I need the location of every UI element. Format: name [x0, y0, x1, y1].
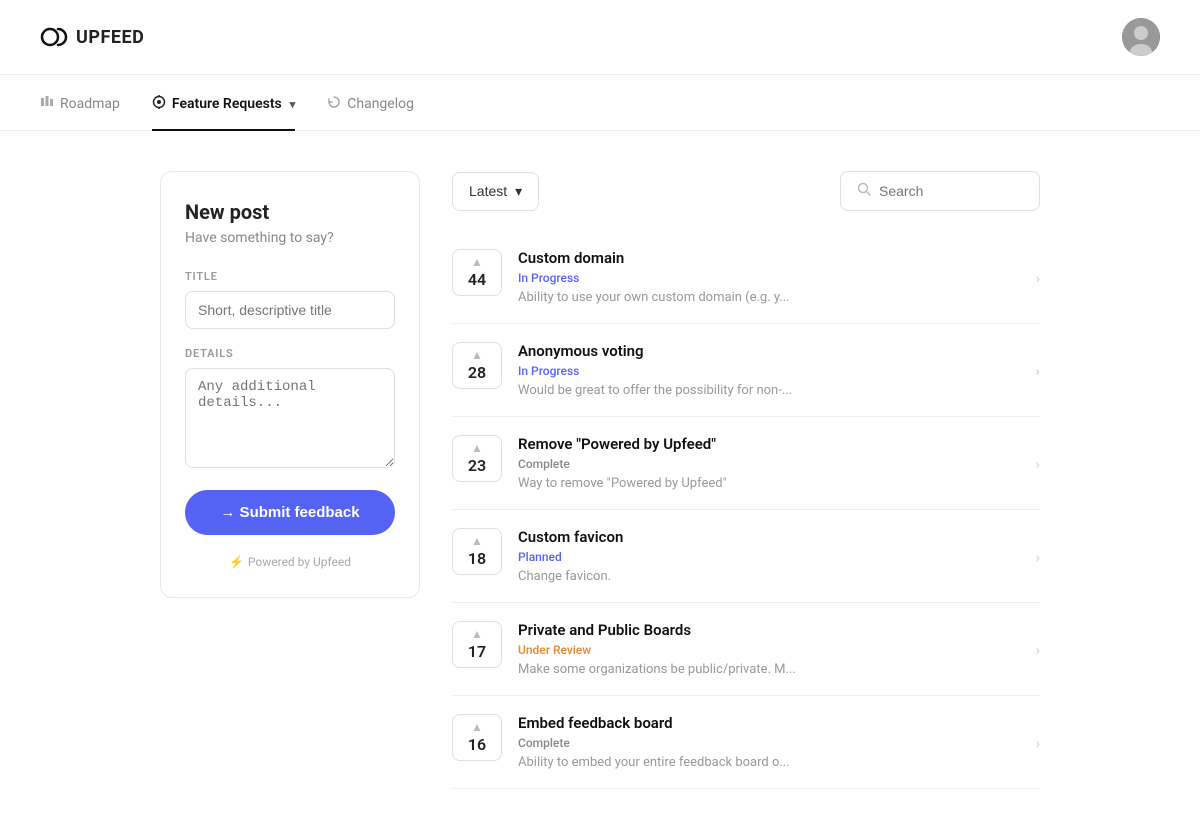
logo[interactable]: UPFEED: [40, 27, 144, 48]
feed-item-status: Complete: [518, 736, 1020, 750]
feed-item-description: Make some organizations be public/privat…: [518, 662, 1020, 677]
vote-arrow-icon: ▲: [471, 628, 483, 640]
feed-item-chevron-icon: ›: [1036, 457, 1040, 473]
feed-item-description: Ability to use your own custom domain (e…: [518, 290, 1020, 305]
submit-feedback-label: → Submit feedback: [220, 504, 359, 521]
nav-roadmap[interactable]: Roadmap: [40, 79, 120, 131]
sort-label: Latest: [469, 183, 507, 199]
new-post-subtitle: Have something to say?: [185, 230, 395, 246]
feed-item-content: Remove "Powered by Upfeed" Complete Way …: [518, 435, 1020, 491]
feed-item[interactable]: ▲ 28 Anonymous voting In Progress Would …: [452, 324, 1040, 417]
vote-count: 17: [468, 642, 486, 661]
feed-item[interactable]: ▲ 18 Custom favicon Planned Change favic…: [452, 510, 1040, 603]
feed-item-status: Planned: [518, 550, 1020, 564]
vote-count: 18: [468, 549, 486, 568]
feed-item-chevron-icon: ›: [1036, 550, 1040, 566]
vote-box[interactable]: ▲ 44: [452, 249, 502, 296]
feature-requests-icon: [152, 95, 166, 113]
search-icon: [857, 182, 871, 200]
feed-item-description: Ability to embed your entire feedback bo…: [518, 755, 1020, 770]
feed-item-description: Would be great to offer the possibility …: [518, 383, 1020, 398]
sort-button[interactable]: Latest ▾: [452, 172, 539, 211]
feed-item-status: In Progress: [518, 364, 1020, 378]
chevron-down-icon: ▾: [290, 98, 296, 111]
feed-item-title: Remove "Powered by Upfeed": [518, 435, 1020, 453]
feed-item-title: Custom favicon: [518, 528, 1020, 546]
changelog-icon: [327, 95, 341, 113]
vote-arrow-icon: ▲: [471, 256, 483, 268]
feed-item-title: Private and Public Boards: [518, 621, 1020, 639]
details-textarea[interactable]: [185, 368, 395, 468]
vote-count: 16: [468, 735, 486, 754]
header: UPFEED: [0, 0, 1200, 75]
feed-controls: Latest ▾: [452, 171, 1040, 211]
feed-item[interactable]: ▲ 44 Custom domain In Progress Ability t…: [452, 231, 1040, 324]
vote-box[interactable]: ▲ 16: [452, 714, 502, 761]
details-label: DETAILS: [185, 347, 395, 360]
vote-count: 44: [468, 270, 486, 289]
feed-item-content: Embed feedback board Complete Ability to…: [518, 714, 1020, 770]
feed-item-status: Complete: [518, 457, 1020, 471]
vote-count: 23: [468, 456, 486, 475]
feed-panel: Latest ▾ ▲ 44 Custom domain In Progress: [452, 171, 1040, 789]
feed-item-content: Anonymous voting In Progress Would be gr…: [518, 342, 1020, 398]
avatar[interactable]: [1122, 18, 1160, 56]
feed-item-content: Custom favicon Planned Change favicon.: [518, 528, 1020, 584]
roadmap-icon: [40, 95, 54, 113]
feed-item-chevron-icon: ›: [1036, 643, 1040, 659]
search-input[interactable]: [879, 183, 1023, 199]
feed-item-status: In Progress: [518, 271, 1020, 285]
vote-count: 28: [468, 363, 486, 382]
feed-item-description: Way to remove "Powered by Upfeed": [518, 476, 1020, 491]
avatar-image: [1122, 18, 1160, 56]
nav-feature-requests-label: Feature Requests: [172, 96, 282, 112]
feed-item-content: Custom domain In Progress Ability to use…: [518, 249, 1020, 305]
vote-box[interactable]: ▲ 18: [452, 528, 502, 575]
logo-text: UPFEED: [76, 27, 144, 48]
vote-arrow-icon: ▲: [471, 349, 483, 361]
title-input[interactable]: [185, 291, 395, 329]
vote-box[interactable]: ▲ 23: [452, 435, 502, 482]
main-content: New post Have something to say? TITLE DE…: [0, 131, 1200, 829]
feed-item-title: Anonymous voting: [518, 342, 1020, 360]
feed-item-content: Private and Public Boards Under Review M…: [518, 621, 1020, 677]
feed-item-chevron-icon: ›: [1036, 736, 1040, 752]
feed-item-chevron-icon: ›: [1036, 364, 1040, 380]
feed-item-status: Under Review: [518, 643, 1020, 657]
nav-changelog[interactable]: Changelog: [327, 79, 414, 131]
vote-arrow-icon: ▲: [471, 535, 483, 547]
nav-roadmap-label: Roadmap: [60, 96, 120, 112]
title-form-group: TITLE: [185, 270, 395, 329]
feed-list: ▲ 44 Custom domain In Progress Ability t…: [452, 231, 1040, 789]
feed-item-title: Custom domain: [518, 249, 1020, 267]
feed-item[interactable]: ▲ 17 Private and Public Boards Under Rev…: [452, 603, 1040, 696]
title-label: TITLE: [185, 270, 395, 283]
bolt-icon: ⚡: [229, 555, 244, 569]
vote-box[interactable]: ▲ 28: [452, 342, 502, 389]
vote-box[interactable]: ▲ 17: [452, 621, 502, 668]
nav: Roadmap Feature Requests ▾ Changelog: [0, 79, 1200, 131]
details-form-group: DETAILS: [185, 347, 395, 472]
feed-item-chevron-icon: ›: [1036, 271, 1040, 287]
nav-feature-requests[interactable]: Feature Requests ▾: [152, 79, 295, 131]
new-post-panel: New post Have something to say? TITLE DE…: [160, 171, 420, 598]
sort-chevron-icon: ▾: [515, 183, 522, 200]
vote-arrow-icon: ▲: [471, 721, 483, 733]
vote-arrow-icon: ▲: [471, 442, 483, 454]
feed-item-description: Change favicon.: [518, 569, 1020, 584]
feed-item[interactable]: ▲ 16 Embed feedback board Complete Abili…: [452, 696, 1040, 789]
feed-item[interactable]: ▲ 23 Remove "Powered by Upfeed" Complete…: [452, 417, 1040, 510]
powered-by-text: Powered by Upfeed: [248, 555, 351, 569]
nav-changelog-label: Changelog: [347, 96, 414, 112]
powered-by: ⚡ Powered by Upfeed: [185, 555, 395, 569]
submit-feedback-button[interactable]: → Submit feedback: [185, 490, 395, 535]
new-post-title: New post: [185, 200, 395, 224]
logo-icon: [40, 27, 68, 47]
feed-item-title: Embed feedback board: [518, 714, 1020, 732]
search-box: [840, 171, 1040, 211]
